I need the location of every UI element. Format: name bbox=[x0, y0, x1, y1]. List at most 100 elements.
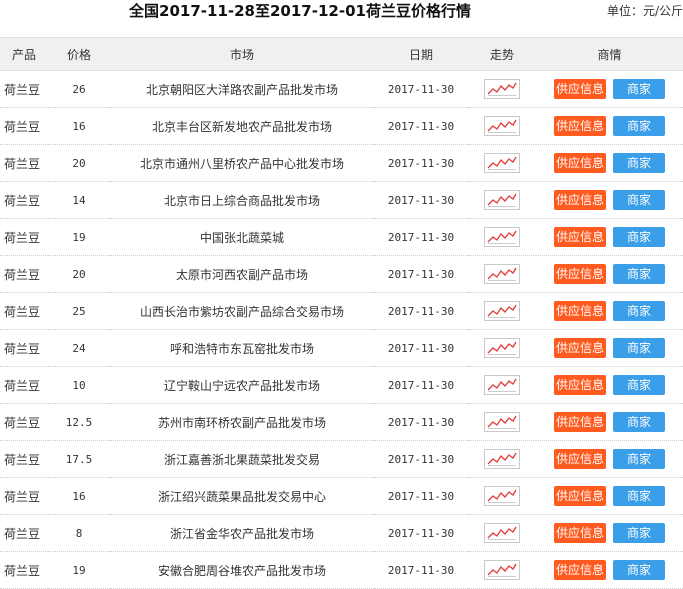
market-link[interactable]: 浙江省金华农产品批发市场 bbox=[110, 514, 374, 552]
business-cell: 供应信息 商家 bbox=[536, 292, 683, 330]
business-cell: 供应信息 商家 bbox=[536, 255, 683, 293]
trend-chart-icon[interactable] bbox=[484, 264, 520, 284]
trend-cell bbox=[468, 70, 536, 108]
table-row: 荷兰豆 19 中国张北蔬菜城 2017-11-30 供应信息 商家 bbox=[0, 218, 683, 256]
page-title: 全国2017-11-28至2017-12-01荷兰豆价格行情 bbox=[129, 2, 471, 20]
business-cell: 供应信息 商家 bbox=[536, 329, 683, 367]
market-link[interactable]: 北京市通州八里桥农产品中心批发市场 bbox=[110, 144, 374, 182]
market-link[interactable]: 浙江嘉善浙北果蔬菜批发交易 bbox=[110, 440, 374, 478]
trend-chart-icon[interactable] bbox=[484, 375, 520, 395]
column-header-business: 商情 bbox=[536, 37, 683, 71]
merchant-button[interactable]: 商家 bbox=[613, 227, 665, 247]
supply-info-button[interactable]: 供应信息 bbox=[554, 190, 606, 210]
trend-chart-icon[interactable] bbox=[484, 449, 520, 469]
merchant-button[interactable]: 商家 bbox=[613, 412, 665, 432]
table-row: 荷兰豆 17.5 浙江嘉善浙北果蔬菜批发交易 2017-11-30 供应信息 商家 bbox=[0, 440, 683, 478]
price-cell: 25 bbox=[48, 292, 110, 330]
trend-chart-icon[interactable] bbox=[484, 523, 520, 543]
trend-chart-icon[interactable] bbox=[484, 190, 520, 210]
market-link[interactable]: 北京市日上综合商品批发市场 bbox=[110, 181, 374, 219]
price-cell: 10 bbox=[48, 366, 110, 404]
merchant-button[interactable]: 商家 bbox=[613, 338, 665, 358]
trend-chart-icon[interactable] bbox=[484, 338, 520, 358]
date-cell: 2017-11-30 bbox=[374, 255, 468, 293]
column-header-product: 产品 bbox=[0, 37, 48, 71]
column-header-trend: 走势 bbox=[468, 37, 536, 71]
supply-info-button[interactable]: 供应信息 bbox=[554, 486, 606, 506]
price-cell: 17.5 bbox=[48, 440, 110, 478]
market-link[interactable]: 安徽合肥周谷堆农产品批发市场 bbox=[110, 551, 374, 589]
date-cell: 2017-11-30 bbox=[374, 218, 468, 256]
merchant-button[interactable]: 商家 bbox=[613, 560, 665, 580]
market-link[interactable]: 辽宁鞍山宁远农产品批发市场 bbox=[110, 366, 374, 404]
merchant-button[interactable]: 商家 bbox=[613, 79, 665, 99]
price-table: 产品 价格 市场 日期 走势 商情 荷兰豆 26 北京朝阳区大洋路农副产品批发市场 2… bbox=[0, 37, 683, 589]
date-cell: 2017-11-30 bbox=[374, 551, 468, 589]
column-header-market: 市场 bbox=[110, 37, 374, 71]
merchant-button[interactable]: 商家 bbox=[613, 153, 665, 173]
supply-info-button[interactable]: 供应信息 bbox=[554, 301, 606, 321]
trend-cell bbox=[468, 514, 536, 552]
merchant-button[interactable]: 商家 bbox=[613, 375, 665, 395]
date-cell: 2017-11-30 bbox=[374, 292, 468, 330]
trend-chart-icon[interactable] bbox=[484, 412, 520, 432]
market-link[interactable]: 北京朝阳区大洋路农副产品批发市场 bbox=[110, 70, 374, 108]
product-cell: 荷兰豆 bbox=[0, 403, 48, 441]
unit-label: 单位：元/公斤 bbox=[606, 4, 683, 18]
merchant-button[interactable]: 商家 bbox=[613, 116, 665, 136]
trend-chart-icon[interactable] bbox=[484, 79, 520, 99]
trend-chart-icon[interactable] bbox=[484, 560, 520, 580]
merchant-button[interactable]: 商家 bbox=[613, 264, 665, 284]
trend-cell bbox=[468, 292, 536, 330]
price-cell: 20 bbox=[48, 144, 110, 182]
product-cell: 荷兰豆 bbox=[0, 107, 48, 145]
market-link[interactable]: 苏州市南环桥农副产品批发市场 bbox=[110, 403, 374, 441]
merchant-button[interactable]: 商家 bbox=[613, 301, 665, 321]
column-header-date: 日期 bbox=[374, 37, 468, 71]
trend-chart-icon[interactable] bbox=[484, 116, 520, 136]
market-link[interactable]: 太原市河西农副产品市场 bbox=[110, 255, 374, 293]
supply-info-button[interactable]: 供应信息 bbox=[554, 375, 606, 395]
product-cell: 荷兰豆 bbox=[0, 70, 48, 108]
market-link[interactable]: 山西长治市紫坊农副产品综合交易市场 bbox=[110, 292, 374, 330]
supply-info-button[interactable]: 供应信息 bbox=[554, 79, 606, 99]
price-cell: 16 bbox=[48, 477, 110, 515]
price-cell: 8 bbox=[48, 514, 110, 552]
market-link[interactable]: 呼和浩特市东瓦窑批发市场 bbox=[110, 329, 374, 367]
table-row: 荷兰豆 16 北京丰台区新发地农产品批发市场 2017-11-30 供应信息 商家 bbox=[0, 107, 683, 145]
supply-info-button[interactable]: 供应信息 bbox=[554, 523, 606, 543]
product-cell: 荷兰豆 bbox=[0, 181, 48, 219]
table-row: 荷兰豆 12.5 苏州市南环桥农副产品批发市场 2017-11-30 供应信息 商家 bbox=[0, 403, 683, 441]
supply-info-button[interactable]: 供应信息 bbox=[554, 560, 606, 580]
supply-info-button[interactable]: 供应信息 bbox=[554, 116, 606, 136]
trend-chart-icon[interactable] bbox=[484, 153, 520, 173]
market-link[interactable]: 北京丰台区新发地农产品批发市场 bbox=[110, 107, 374, 145]
supply-info-button[interactable]: 供应信息 bbox=[554, 449, 606, 469]
date-cell: 2017-11-30 bbox=[374, 514, 468, 552]
merchant-button[interactable]: 商家 bbox=[613, 190, 665, 210]
date-cell: 2017-11-30 bbox=[374, 144, 468, 182]
column-header-price: 价格 bbox=[48, 37, 110, 71]
supply-info-button[interactable]: 供应信息 bbox=[554, 227, 606, 247]
trend-chart-icon[interactable] bbox=[484, 227, 520, 247]
merchant-button[interactable]: 商家 bbox=[613, 449, 665, 469]
date-cell: 2017-11-30 bbox=[374, 477, 468, 515]
trend-cell bbox=[468, 329, 536, 367]
trend-cell bbox=[468, 477, 536, 515]
price-cell: 19 bbox=[48, 551, 110, 589]
merchant-button[interactable]: 商家 bbox=[613, 486, 665, 506]
supply-info-button[interactable]: 供应信息 bbox=[554, 264, 606, 284]
trend-chart-icon[interactable] bbox=[484, 301, 520, 321]
merchant-button[interactable]: 商家 bbox=[613, 523, 665, 543]
market-link[interactable]: 浙江绍兴蔬菜果品批发交易中心 bbox=[110, 477, 374, 515]
supply-info-button[interactable]: 供应信息 bbox=[554, 412, 606, 432]
supply-info-button[interactable]: 供应信息 bbox=[554, 338, 606, 358]
supply-info-button[interactable]: 供应信息 bbox=[554, 153, 606, 173]
business-cell: 供应信息 商家 bbox=[536, 477, 683, 515]
date-cell: 2017-11-30 bbox=[374, 181, 468, 219]
price-cell: 20 bbox=[48, 255, 110, 293]
trend-chart-icon[interactable] bbox=[484, 486, 520, 506]
table-body: 荷兰豆 26 北京朝阳区大洋路农副产品批发市场 2017-11-30 供应信息 商家 荷兰豆… bbox=[0, 70, 683, 589]
table-row: 荷兰豆 24 呼和浩特市东瓦窑批发市场 2017-11-30 供应信息 商家 bbox=[0, 329, 683, 367]
market-link[interactable]: 中国张北蔬菜城 bbox=[110, 218, 374, 256]
